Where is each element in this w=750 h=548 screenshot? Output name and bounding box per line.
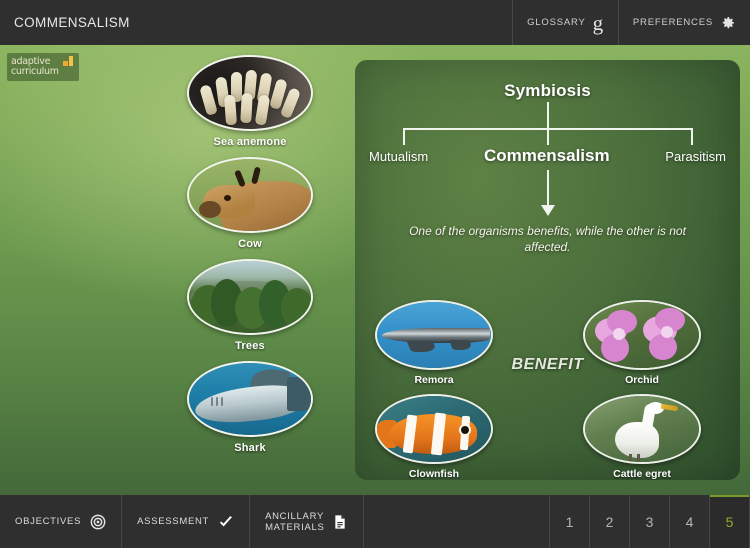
assessment-label: ASSESSMENT — [137, 516, 210, 527]
list-item[interactable]: Trees — [185, 259, 315, 352]
organism-orchid[interactable]: Orchid — [583, 300, 701, 386]
list-item-label: Trees — [235, 340, 265, 352]
example-list: Sea anemone Cow Trees Shark — [185, 55, 315, 463]
glossary-g-icon: g — [592, 11, 604, 35]
cow-image — [187, 157, 313, 233]
sea-anemone-image — [187, 55, 313, 131]
bracket-leg-left — [403, 128, 405, 145]
ancillary-label: ANCILLARY MATERIALS — [265, 510, 325, 533]
brand-logo: adaptive curriculum — [7, 53, 79, 81]
bracket-stem-top — [547, 102, 549, 129]
objectives-button[interactable]: OBJECTIVES — [0, 495, 123, 548]
page-button-4[interactable]: 4 — [670, 495, 710, 548]
definition-text: One of the organisms benefits, while the… — [409, 224, 686, 254]
organism-label: Orchid — [625, 374, 659, 386]
page-button-2[interactable]: 2 — [590, 495, 630, 548]
branch-commensalism: Commensalism — [483, 146, 610, 165]
organism-clownfish[interactable]: Clownfish — [375, 394, 493, 480]
ancillary-materials-button[interactable]: ANCILLARY MATERIALS — [250, 495, 365, 548]
diagram-branches: Mutualism Commensalism Parasitism — [355, 146, 740, 166]
blocks-icon — [63, 56, 74, 67]
lesson-stage: adaptive curriculum Sea anemone Cow Tree… — [0, 45, 750, 495]
organism-label: Remora — [414, 374, 454, 386]
organism-cattle-egret[interactable]: Cattle egret — [583, 394, 701, 480]
app-header: COMMENSALISM GLOSSARY g PREFERENCES — [0, 0, 750, 45]
page-title: COMMENSALISM — [14, 15, 130, 30]
organism-remora[interactable]: Remora — [375, 300, 493, 386]
benefit-label: BENEFIT — [511, 356, 584, 373]
page-button-1[interactable]: 1 — [550, 495, 590, 548]
arrow-down-icon — [541, 205, 555, 216]
document-icon — [332, 514, 348, 530]
target-icon — [90, 514, 106, 530]
list-item[interactable]: Sea anemone — [185, 55, 315, 148]
page-button-5[interactable]: 5 — [710, 495, 750, 548]
list-item-label: Shark — [234, 442, 266, 454]
logo-line-2: curriculum — [11, 66, 59, 77]
preferences-button[interactable]: PREFERENCES — [617, 0, 750, 45]
check-icon — [218, 514, 234, 530]
clownfish-image — [375, 394, 493, 464]
bottom-toolbar: OBJECTIVES ASSESSMENT ANCILLARY MATERIAL… — [0, 495, 750, 548]
list-item[interactable]: Shark — [185, 361, 315, 454]
arrow-shaft-icon — [547, 170, 549, 208]
organism-label: Cattle egret — [613, 468, 671, 480]
glossary-button[interactable]: GLOSSARY g — [512, 0, 618, 45]
cattle-egret-image — [583, 394, 701, 464]
preferences-label: PREFERENCES — [632, 17, 713, 28]
ancillary-line-1: ANCILLARY — [265, 510, 324, 522]
organism-label: Clownfish — [408, 468, 460, 480]
organism-grid: Remora Orchid Clownfish Cattle egret BEN… — [355, 300, 740, 480]
symbiosis-diagram-panel: Symbiosis Mutualism Commensalism Parasit… — [355, 60, 740, 480]
page-button-3[interactable]: 3 — [630, 495, 670, 548]
glossary-label: GLOSSARY — [527, 17, 586, 28]
orchid-image — [583, 300, 701, 370]
toolbar-spacer — [364, 495, 550, 548]
bracket-leg-middle — [547, 128, 549, 145]
diagram-root-label: Symbiosis — [504, 81, 591, 100]
bracket-leg-right — [691, 128, 693, 145]
lesson-viewer: COMMENSALISM GLOSSARY g PREFERENCES adap… — [0, 0, 750, 548]
gear-icon — [720, 15, 736, 31]
remora-image — [375, 300, 493, 370]
branch-mutualism: Mutualism — [369, 148, 429, 164]
ancillary-line-2: MATERIALS — [265, 521, 325, 533]
list-item-label: Sea anemone — [213, 136, 287, 148]
objectives-label: OBJECTIVES — [15, 516, 82, 527]
branch-parasitism: Parasitism — [665, 148, 726, 164]
assessment-button[interactable]: ASSESSMENT — [122, 495, 251, 548]
list-item-label: Cow — [238, 238, 262, 250]
shark-image — [187, 361, 313, 437]
trees-image — [187, 259, 313, 335]
list-item[interactable]: Cow — [185, 157, 315, 250]
